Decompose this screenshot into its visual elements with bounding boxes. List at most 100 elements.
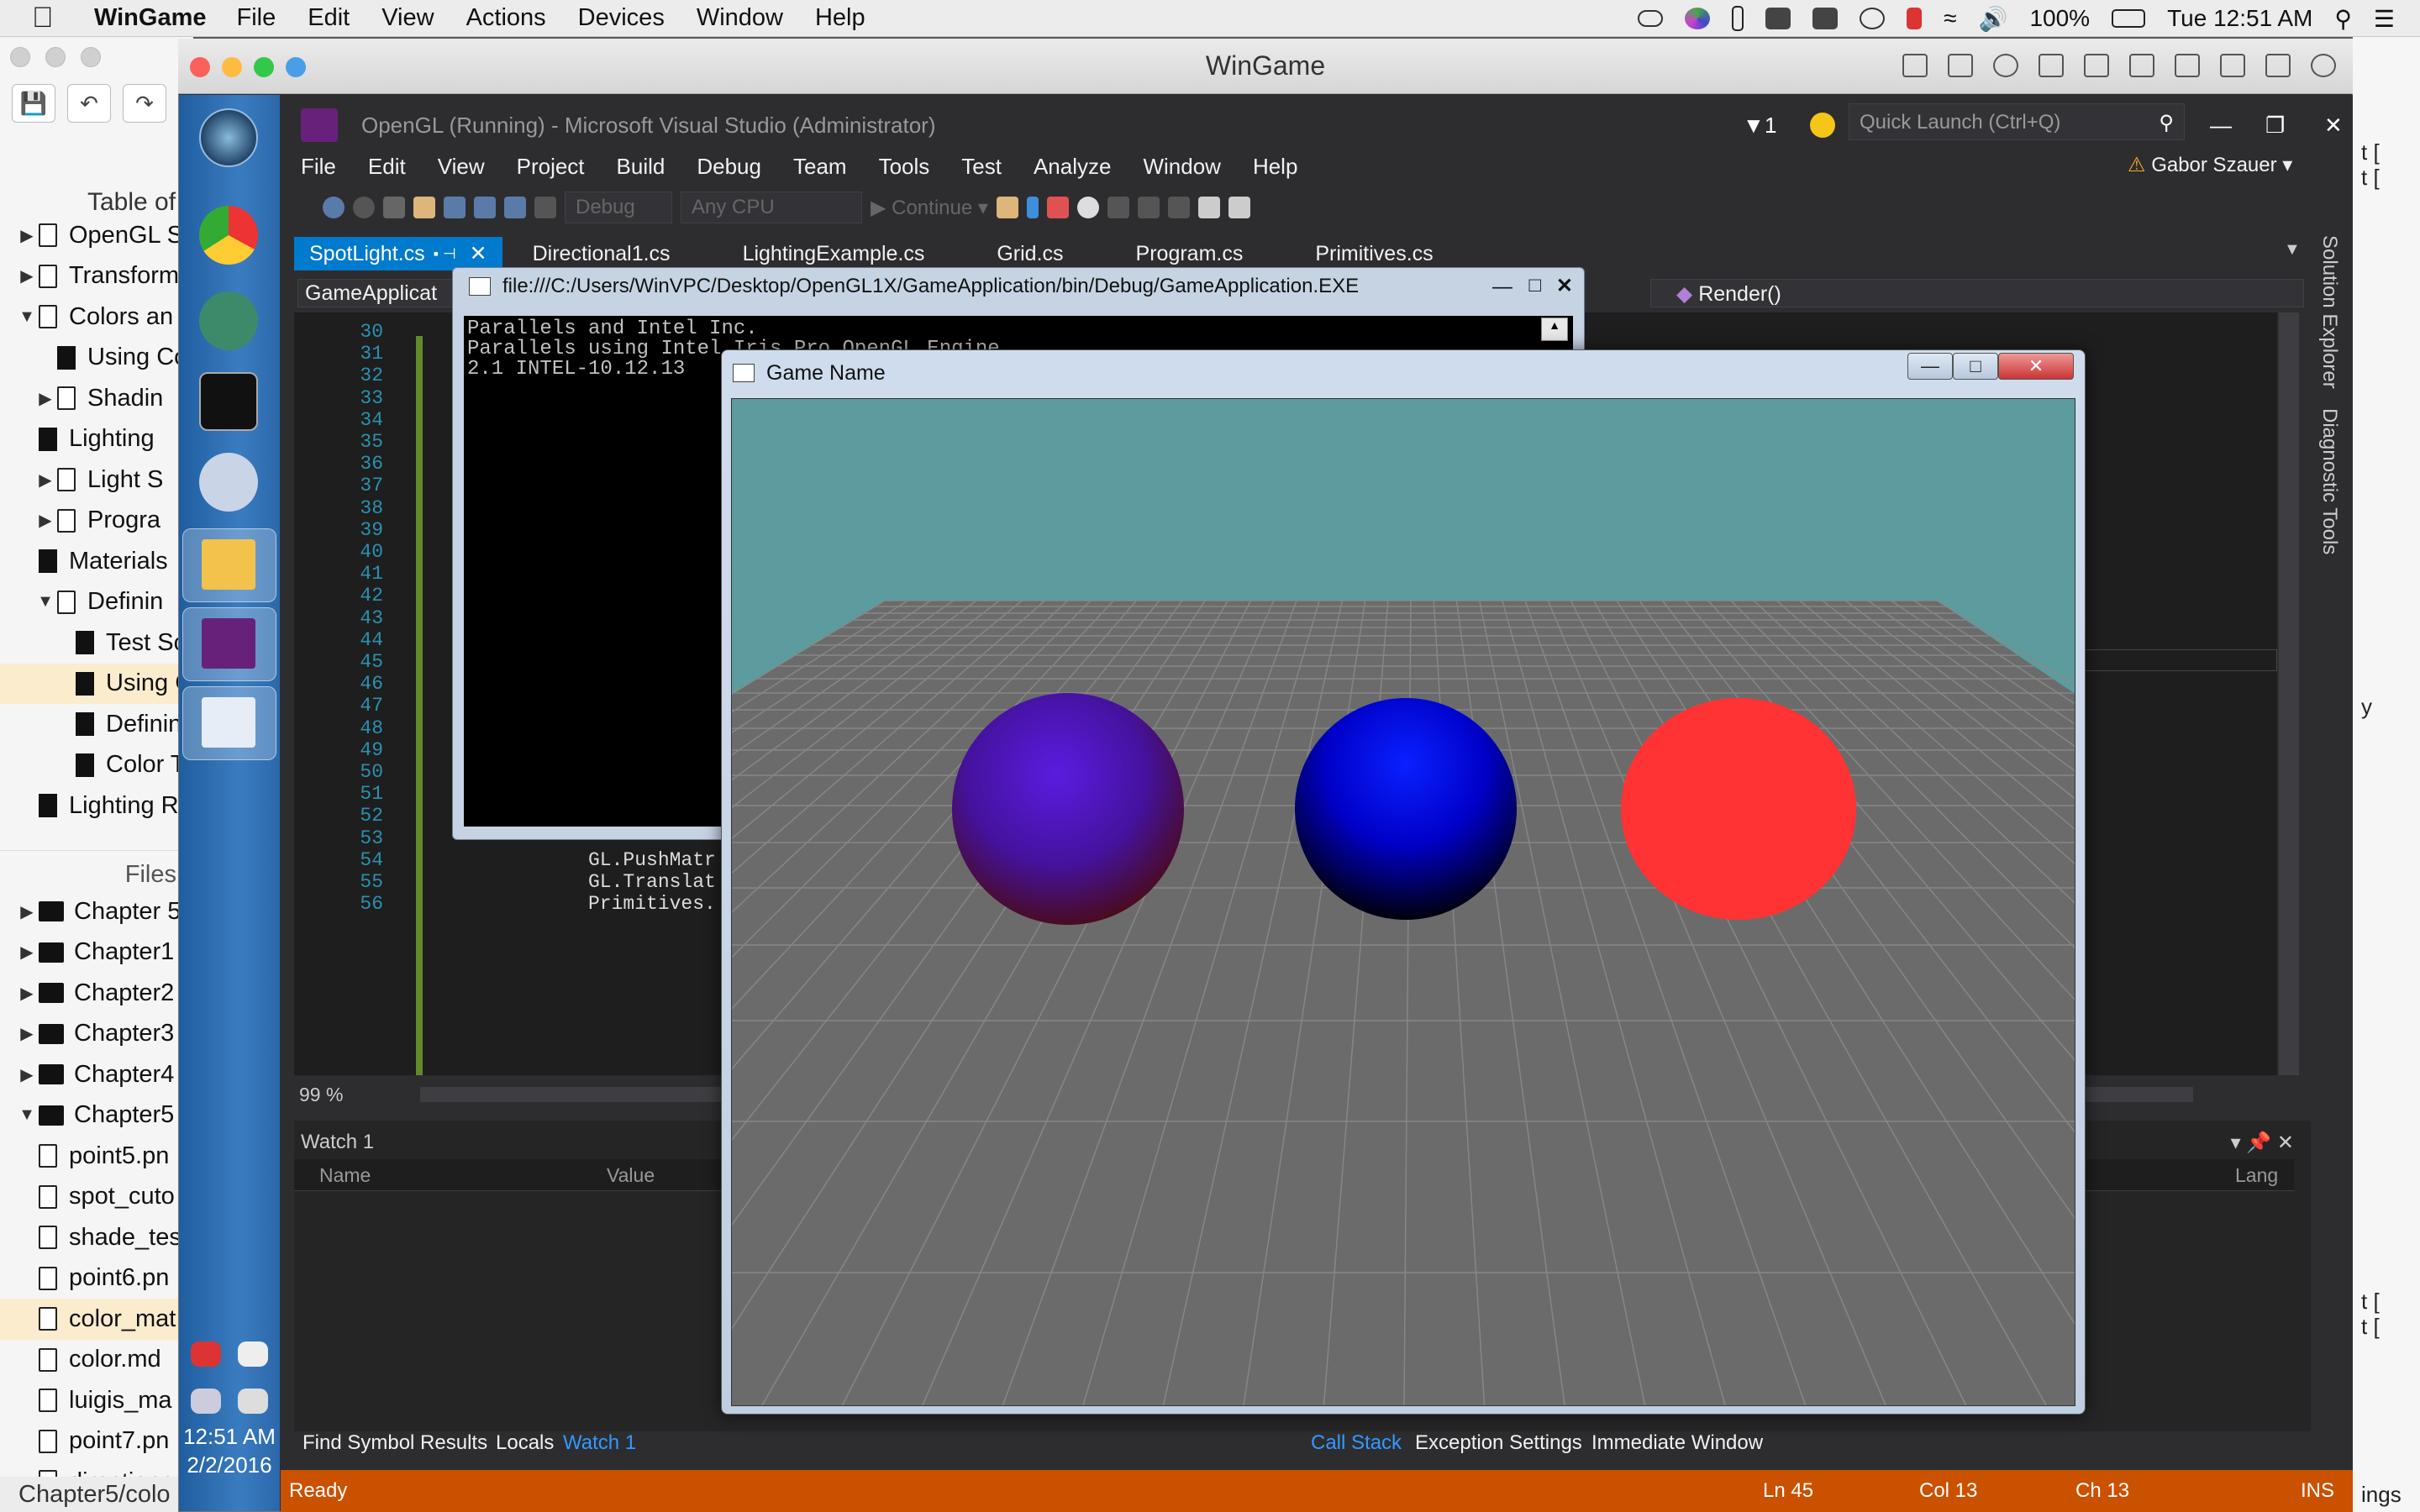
disclosure-triangle-icon[interactable]: ▶ <box>34 470 57 491</box>
attach-icon[interactable] <box>996 197 1018 218</box>
zoom-level[interactable]: 99 % <box>299 1084 343 1106</box>
disclosure-triangle-icon[interactable]: ▶ <box>15 983 39 1004</box>
check-icon[interactable] <box>1860 8 1886 29</box>
files-item[interactable]: shade_tes <box>0 1217 193 1258</box>
redo-icon[interactable] <box>534 197 556 218</box>
vs-menu-window[interactable]: Window <box>1143 154 1220 180</box>
clock[interactable]: Tue 12:51 AM <box>2167 5 2312 32</box>
editor-scrollbar[interactable] <box>2279 312 2299 1075</box>
files-item[interactable]: ▶ Chapter2 <box>0 973 193 1014</box>
disclosure-triangle-icon[interactable]: ▶ <box>15 901 39 922</box>
console-taskbar-button[interactable] <box>182 686 276 760</box>
vs-menu-file[interactable]: File <box>301 154 336 180</box>
disclosure-triangle-icon[interactable]: ▼ <box>15 1105 39 1125</box>
bottom-tab-find-symbol-results[interactable]: Find Symbol Results <box>302 1431 487 1455</box>
game-minimize-button[interactable]: — <box>1907 353 1953 380</box>
notification-count[interactable]: 1 <box>1765 113 1776 139</box>
quick-launch-input[interactable]: Quick Launch (Ctrl+Q) ⚲ <box>1849 103 2185 140</box>
code-line[interactable]: GL.Translat <box>588 871 716 893</box>
bottom-tab-exception-settings[interactable]: Exception Settings <box>1415 1431 1582 1455</box>
platform-select[interactable]: Any CPU <box>681 192 862 223</box>
disk-icon[interactable] <box>2084 54 2109 77</box>
code-line[interactable]: Primitives. <box>588 893 716 915</box>
vs-menu-team[interactable]: Team <box>793 154 847 180</box>
usb-icon[interactable] <box>2175 54 2200 77</box>
battery-icon[interactable] <box>2112 9 2146 28</box>
battery-low-icon[interactable] <box>1732 6 1744 31</box>
menu-help[interactable]: Help <box>815 4 865 32</box>
pin-icon[interactable]: ▪ ⊣ <box>434 245 456 263</box>
vs-menu-analyze[interactable]: Analyze <box>1034 154 1112 180</box>
vs-menu-test[interactable]: Test <box>961 154 1002 180</box>
project-dropdown[interactable]: GameApplicat <box>297 279 457 307</box>
list-icon[interactable]: ☰ <box>2374 5 2395 33</box>
tab-directional1-cs[interactable]: Directional1.cs <box>518 237 686 270</box>
stop-icon[interactable] <box>1046 197 1069 218</box>
toc-item[interactable]: Definin <box>0 704 193 745</box>
power-icon[interactable] <box>238 1341 268 1367</box>
files-item[interactable]: color_mat <box>0 1299 193 1340</box>
game-maximize-button[interactable]: □ <box>1953 353 1998 380</box>
visual-studio-taskbar-button[interactable] <box>182 607 276 681</box>
member-dropdown[interactable]: ◆ Render() <box>1650 279 2304 307</box>
atom-icon[interactable] <box>199 291 258 350</box>
volume-tray-icon[interactable] <box>238 1389 268 1414</box>
menu-file[interactable]: File <box>237 4 276 32</box>
vs-menu-tools[interactable]: Tools <box>879 154 930 180</box>
minimize-button[interactable] <box>222 57 242 77</box>
menu-window[interactable]: Window <box>697 4 783 32</box>
network-icon[interactable] <box>2039 54 2064 77</box>
arrow-icon[interactable] <box>2265 54 2291 77</box>
cloud-icon[interactable] <box>1638 10 1664 27</box>
files-item[interactable]: point5.pn <box>0 1136 193 1177</box>
files-item[interactable]: ▶ Chapter4 <box>0 1054 193 1095</box>
mouse-icon[interactable] <box>1948 54 1973 77</box>
toc-item[interactable]: ▼ Colors an <box>0 297 193 338</box>
files-item[interactable]: point6.pn <box>0 1258 193 1299</box>
bg-zoom-button[interactable] <box>81 47 101 67</box>
bottom-tab-immediate-window[interactable]: Immediate Window <box>1591 1431 1763 1455</box>
menu-view[interactable]: View <box>381 4 434 32</box>
toc-item[interactable]: ▶ Shadin <box>0 378 193 419</box>
toc-item[interactable]: Using Col <box>0 338 193 379</box>
tab-program-cs[interactable]: Program.cs <box>1121 237 1259 270</box>
files-item[interactable]: luigis_ma <box>0 1380 193 1421</box>
network-tray-icon[interactable] <box>191 1389 221 1414</box>
console-scroll-up[interactable]: ▲ <box>1541 318 1568 341</box>
toc-item[interactable]: ▶ Light S <box>0 459 193 501</box>
bg-close-button[interactable] <box>10 47 30 67</box>
back-icon[interactable] <box>323 197 345 218</box>
step-out-icon[interactable] <box>1167 197 1190 218</box>
step-into-icon[interactable] <box>1107 197 1129 218</box>
taskbar-clock[interactable]: 12:51 AM 2/2/2016 <box>179 1422 280 1479</box>
bookmark-icon[interactable] <box>1228 197 1250 218</box>
disclosure-triangle-icon[interactable]: ▶ <box>15 1023 39 1044</box>
col-lang[interactable]: Lang <box>2235 1164 2278 1187</box>
paint-icon[interactable] <box>199 453 258 512</box>
save-all-icon[interactable] <box>474 197 496 218</box>
vs-user-menu[interactable]: ⚠ Gabor Szauer ▾ <box>2128 153 2292 177</box>
watch-close-icon[interactable]: ▾ 📌 ✕ <box>2231 1131 2294 1155</box>
toc-item[interactable]: Materials <box>0 541 193 582</box>
pause-icon[interactable] <box>1026 197 1039 218</box>
files-item[interactable]: point7.pn <box>0 1421 193 1462</box>
vs-close-button[interactable]: ✕ <box>2324 113 2343 139</box>
forward-icon[interactable] <box>353 197 375 218</box>
tab-diagnostic-tools[interactable]: Diagnostic Tools <box>2317 408 2341 554</box>
zoom-button[interactable] <box>254 57 274 77</box>
keyboard-icon[interactable] <box>1902 54 1928 77</box>
cd-icon[interactable] <box>1993 54 2018 77</box>
toc-item[interactable]: ▶ Progra <box>0 501 193 542</box>
vs-restore-button[interactable]: ❐ <box>2265 113 2285 139</box>
tab-grid-cs[interactable]: Grid.cs <box>981 237 1078 270</box>
disclosure-triangle-icon[interactable]: ▶ <box>15 1064 39 1085</box>
tab-primitives-cs[interactable]: Primitives.cs <box>1300 237 1448 270</box>
step-over-icon[interactable] <box>1137 197 1160 218</box>
col-value[interactable]: Value <box>607 1164 655 1187</box>
undo-icon[interactable]: ↶ <box>67 84 111 123</box>
menu-actions[interactable]: Actions <box>466 4 546 32</box>
disclosure-triangle-icon[interactable]: ▶ <box>15 225 39 246</box>
filter-icon[interactable]: ▼ <box>1743 113 1765 139</box>
menu-edit[interactable]: Edit <box>308 4 350 32</box>
menu-devices[interactable]: Devices <box>578 4 665 32</box>
